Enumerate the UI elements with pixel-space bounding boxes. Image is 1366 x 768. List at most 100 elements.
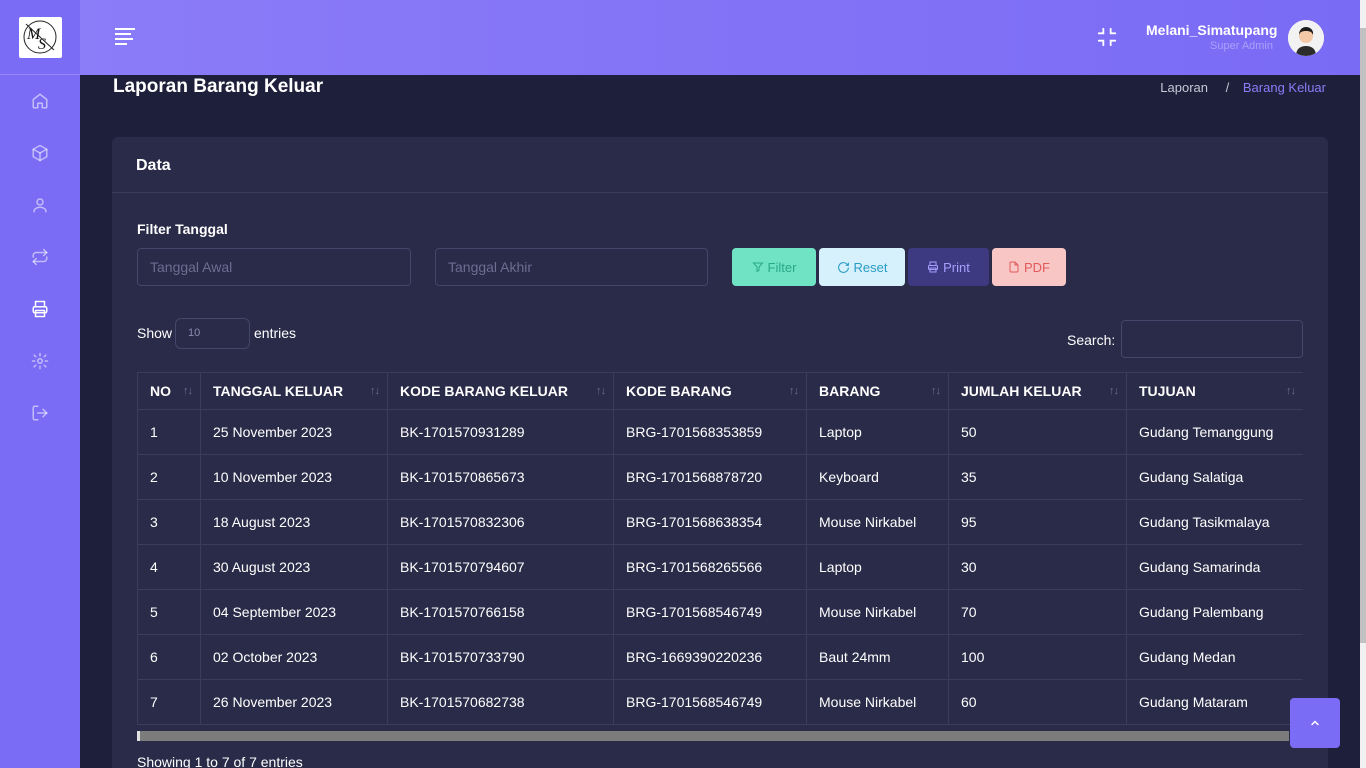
filter-button-label: Filter: [767, 259, 797, 275]
filter-label: Filter Tanggal: [137, 221, 228, 237]
column-header[interactable]: KODE BARANG KELUAR ↑↓: [387, 372, 614, 410]
sidebar-item-dashboard[interactable]: [0, 75, 80, 127]
breadcrumb-item-current: Barang Keluar: [1242, 80, 1326, 95]
sort-icon: ↑↓: [1109, 385, 1119, 397]
table-cell: 1: [137, 409, 201, 455]
table-row: 1 25 November 2023 BK-1701570931289 BRG-170…: [137, 409, 1303, 455]
table-cell: BRG-1701568878720: [613, 454, 807, 500]
data-card: Data Filter Tanggal Tanggal Awal Tanggal…: [112, 137, 1328, 768]
column-header[interactable]: KODE BARANG ↑↓: [613, 372, 807, 410]
table-cell: Gudang Tasikmalaya: [1126, 499, 1303, 545]
card-title: Data: [112, 137, 1328, 193]
sidebar-item-transactions[interactable]: [0, 231, 80, 283]
avatar[interactable]: [1288, 20, 1324, 56]
table-cell: BRG-1701568546749: [613, 589, 807, 635]
page-title: Laporan Barang Keluar: [113, 76, 324, 97]
sidebar-item-reports[interactable]: [0, 283, 80, 335]
table-cell: BK-1701570931289: [387, 409, 614, 455]
table-cell: 04 September 2023: [200, 589, 388, 635]
column-header[interactable]: BARANG ↑↓: [806, 372, 949, 410]
funnel-icon: [751, 262, 764, 273]
top-bar: Melani_Simatupang Super Admin: [80, 0, 1360, 75]
table-container: NO ↑↓ TANGGAL KELUAR ↑↓ KODE BARANG KELUAR…: [137, 372, 1303, 732]
scroll-to-top-button[interactable]: [1290, 698, 1340, 748]
refresh-icon: [837, 261, 849, 273]
table-body: 1 25 November 2023 BK-1701570931289 BRG-170…: [137, 409, 1303, 725]
table-row: 5 04 September 2023 BK-1701570766158 BRG-17…: [137, 589, 1303, 635]
search-label: Search:: [1067, 332, 1116, 348]
table-cell: Gudang Samarinda: [1126, 544, 1303, 590]
reset-button[interactable]: Reset: [819, 248, 905, 286]
user-name[interactable]: Melani_Simatupang: [1146, 22, 1277, 38]
table-cell: 25 November 2023: [200, 409, 388, 455]
table-cell: 60: [948, 679, 1127, 725]
sidebar-item-users[interactable]: [0, 179, 80, 231]
table-cell: BRG-1701568353859: [613, 409, 807, 455]
pdf-button-label: PDF: [1024, 259, 1050, 275]
sort-icon: ↑↓: [789, 385, 799, 397]
table-cell: 02 October 2023: [200, 634, 388, 680]
exit-fullscreen-icon[interactable]: [1096, 26, 1118, 48]
table-cell: Mouse Nirkabel: [806, 679, 949, 725]
brand-logo[interactable]: M S: [18, 16, 62, 58]
sidebar-item-settings[interactable]: [0, 335, 80, 387]
sidebar-item-products[interactable]: [0, 127, 80, 179]
page-size-select[interactable]: 10: [175, 318, 250, 349]
sidebar: M S: [0, 0, 80, 768]
table-cell: BK-1701570766158: [387, 589, 614, 635]
table-cell: 30 August 2023: [200, 544, 388, 590]
entries-label: entries: [254, 325, 297, 341]
menu-toggle-icon[interactable]: [115, 28, 135, 46]
reset-button-label: Reset: [853, 259, 888, 275]
table-cell: 50: [948, 409, 1127, 455]
sidebar-nav: [0, 75, 80, 439]
table-cell: BK-1701570794607: [387, 544, 614, 590]
table-cell: BRG-1701568546749: [613, 679, 807, 725]
table-cell: Gudang Palembang: [1126, 589, 1303, 635]
sort-icon: ↑↓: [370, 385, 380, 397]
logout-icon: [32, 405, 48, 421]
table-cell: 95: [948, 499, 1127, 545]
gear-icon: [31, 352, 49, 370]
table-cell: Laptop: [806, 409, 949, 455]
sort-icon: ↑↓: [931, 385, 941, 397]
table-cell: 4: [137, 544, 201, 590]
sidebar-item-logout[interactable]: [0, 387, 80, 439]
data-table: NO ↑↓ TANGGAL KELUAR ↑↓ KODE BARANG KELUAR…: [137, 372, 1303, 725]
print-button[interactable]: Print: [908, 248, 989, 286]
table-cell: 100: [948, 634, 1127, 680]
home-icon: [32, 93, 48, 109]
pdf-button[interactable]: PDF: [992, 248, 1066, 286]
filter-button[interactable]: Filter: [732, 248, 816, 286]
table-cell: Gudang Medan: [1126, 634, 1303, 680]
sort-icon: ↑↓: [183, 385, 193, 397]
column-header[interactable]: JUMLAH KELUAR ↑↓: [948, 372, 1127, 410]
breadcrumb-separator: /: [1225, 80, 1230, 95]
table-cell: BRG-1669390220236: [613, 634, 807, 680]
box-icon: [32, 144, 48, 162]
transfer-icon: [32, 248, 48, 266]
table-cell: Keyboard: [806, 454, 949, 500]
end-date-input[interactable]: Tanggal Akhir: [435, 248, 708, 286]
vertical-scrollbar[interactable]: [1360, 0, 1366, 768]
start-date-input[interactable]: Tanggal Awal: [137, 248, 411, 286]
column-header[interactable]: TUJUAN ↑↓: [1126, 372, 1303, 410]
column-header[interactable]: NO ↑↓: [137, 372, 201, 410]
table-cell: 5: [137, 589, 201, 635]
table-cell: BRG-1701568638354: [613, 499, 807, 545]
table-cell: BK-1701570832306: [387, 499, 614, 545]
table-row: 7 26 November 2023 BK-1701570682738 BRG-170…: [137, 679, 1303, 725]
breadcrumb-item-laporan[interactable]: Laporan: [1160, 80, 1208, 95]
table-header-row: NO ↑↓ TANGGAL KELUAR ↑↓ KODE BARANG KELUAR…: [137, 372, 1303, 410]
table-cell: 7: [137, 679, 201, 725]
table-cell: 18 August 2023: [200, 499, 388, 545]
table-cell: 30: [948, 544, 1127, 590]
horizontal-scrollbar[interactable]: [137, 731, 1289, 741]
table-cell: 35: [948, 454, 1127, 500]
search-input[interactable]: [1121, 320, 1303, 358]
table-cell: 2: [137, 454, 201, 500]
pdf-file-icon: [1009, 261, 1019, 273]
scrollbar-thumb[interactable]: [1360, 28, 1366, 643]
table-row: 3 18 August 2023 BK-1701570832306 BRG-17015…: [137, 499, 1303, 545]
column-header[interactable]: TANGGAL KELUAR ↑↓: [200, 372, 388, 410]
